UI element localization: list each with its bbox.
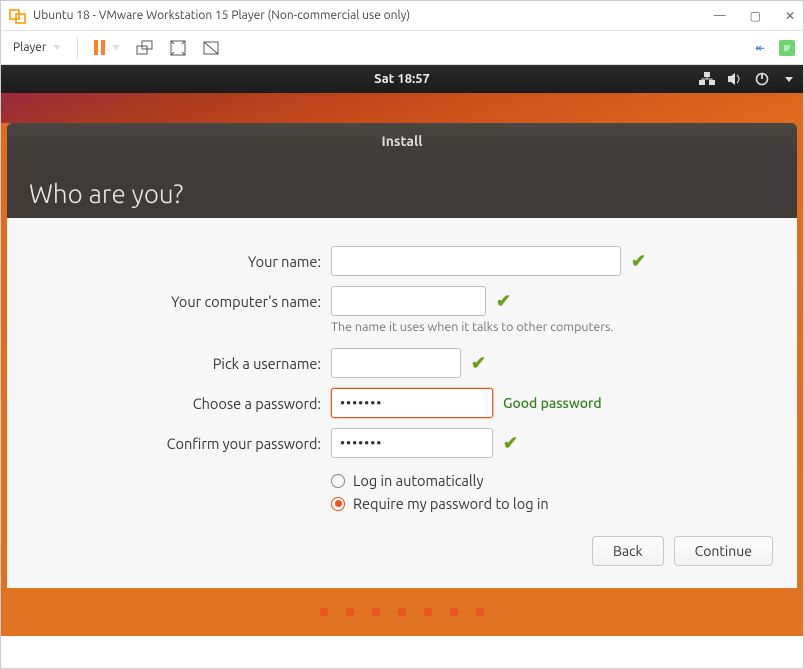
login-auto-label: Log in automatically [353,472,483,489]
progress-dot [320,608,328,616]
progress-dot [398,608,406,616]
vmware-window-title: Ubuntu 18 - VMware Workstation 15 Player… [33,9,410,22]
username-input[interactable] [331,348,461,378]
progress-dot [424,608,432,616]
confirm-password-label: Confirm your password: [31,435,331,452]
user-form: Your name: ✔ Your computer's name: ✔ The… [31,246,773,512]
pause-button[interactable] [90,38,124,57]
checkmark-icon: ✔ [496,291,511,312]
minimize-button[interactable]: — [714,9,726,23]
username-label: Pick a username: [31,355,331,372]
password-label: Choose a password: [31,395,331,412]
installer-body: Your name: ✔ Your computer's name: ✔ The… [7,218,797,588]
vmware-toolbar: Player ↞ [1,31,803,65]
progress-dot [346,608,354,616]
radio-unchecked-icon [331,474,345,488]
login-require-label: Require my password to log in [353,495,549,512]
unity-icon [202,40,220,56]
player-menu[interactable]: Player [9,39,65,56]
send-ctrl-alt-del-button[interactable] [132,38,158,58]
close-button[interactable]: ✕ [785,9,795,23]
continue-button[interactable]: Continue [674,536,773,566]
confirm-password-input[interactable] [331,428,493,458]
send-cad-icon [136,40,154,56]
pause-icon [94,40,105,55]
checkmark-icon: ✔ [503,433,518,454]
power-icon[interactable] [755,72,769,86]
note-icon [782,43,792,53]
volume-icon[interactable] [727,72,743,86]
login-auto-radio[interactable]: Log in automatically [331,472,773,489]
unity-button[interactable] [198,38,224,58]
radio-checked-icon [331,497,345,511]
your-name-label: Your name: [31,253,331,270]
checkmark-icon: ✔ [471,353,486,374]
fullscreen-icon [170,40,186,56]
your-name-input[interactable] [331,246,621,276]
login-require-password-radio[interactable]: Require my password to log in [331,495,773,512]
progress-dot [450,608,458,616]
dropdown-icon [53,45,61,50]
ubuntu-topbar: Sat 18:57 [1,65,803,93]
page-title: Who are you? [7,159,797,218]
installer-titlebar: Install [7,123,797,159]
notes-button[interactable] [779,40,795,56]
installer-window: Install Who are you? Your name: ✔ Your c… [7,123,797,588]
progress-dot [372,608,380,616]
vmware-titlebar: Ubuntu 18 - VMware Workstation 15 Player… [1,1,803,31]
computer-name-label: Your computer's name: [31,293,331,310]
vmware-logo-icon [9,7,27,25]
back-history-button[interactable]: ↞ [755,41,765,55]
toolbar-separator [77,37,78,59]
dropdown-icon [112,45,120,50]
progress-dots [1,588,803,622]
password-strength: Good password [503,395,602,411]
computer-name-hint: The name it uses when it talks to other … [331,320,773,334]
checkmark-icon: ✔ [631,251,646,272]
network-icon[interactable] [699,72,715,86]
password-input[interactable] [331,388,493,418]
clock[interactable]: Sat 18:57 [374,72,430,86]
computer-name-input[interactable] [331,286,486,316]
progress-dot [476,608,484,616]
desktop-background [1,93,803,123]
back-button[interactable]: Back [592,536,664,566]
fullscreen-button[interactable] [166,38,190,58]
desktop-background-lower: Install Who are you? Your name: ✔ Your c… [1,123,803,636]
maximize-button[interactable]: ▢ [750,9,761,23]
system-menu-dropdown-icon[interactable] [785,77,793,82]
